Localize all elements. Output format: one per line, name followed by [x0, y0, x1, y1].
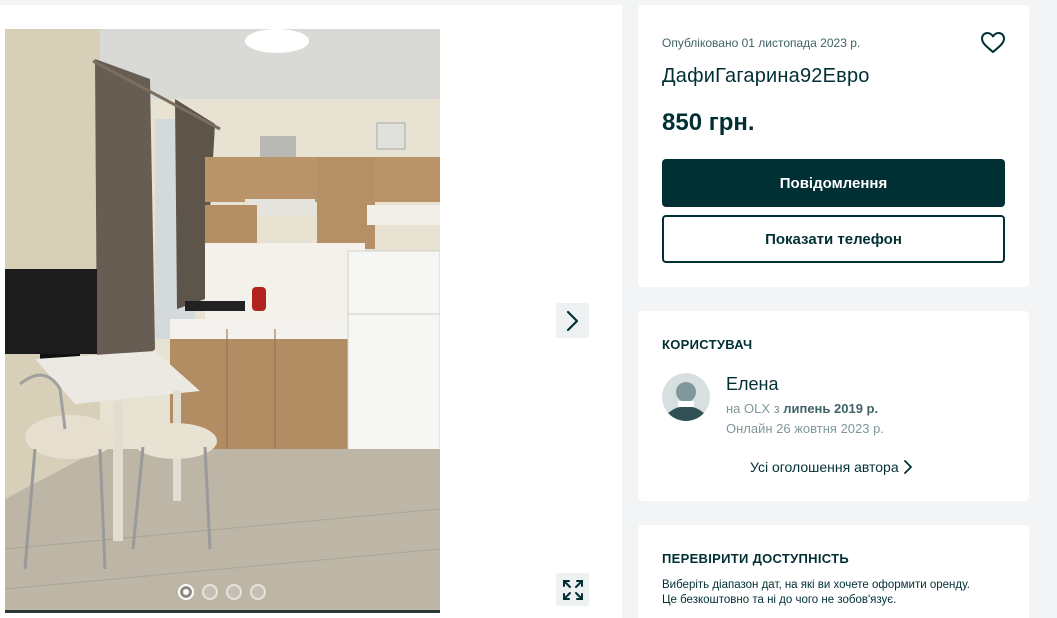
fullscreen-button[interactable] — [556, 573, 589, 606]
availability-line-2: Це безкоштовно та ні до чого не зобов'яз… — [662, 594, 897, 606]
availability-card: ПЕРЕВІРИТИ ДОСТУПНІСТЬ Виберіть діапазон… — [638, 525, 1029, 618]
heart-icon — [981, 32, 1005, 53]
chevron-right-icon — [566, 310, 578, 331]
slide-dot-2[interactable] — [202, 584, 218, 600]
message-button[interactable]: Повідомлення — [662, 159, 1005, 207]
slide-dot-3[interactable] — [226, 584, 242, 600]
availability-title: ПЕРЕВІРИТИ ДОСТУПНІСТЬ — [662, 551, 850, 566]
member-since-date: липень 2019 р. — [783, 401, 879, 416]
member-since-prefix: на OLX з — [726, 401, 784, 416]
listing-photo[interactable] — [5, 29, 440, 613]
slide-dot-1[interactable] — [178, 584, 194, 600]
user-avatar-icon — [662, 373, 710, 421]
chevron-right-icon — [903, 460, 912, 474]
seller-card: КОРИСТУВАЧ Елена на OLX з липень 2019 р.… — [638, 311, 1029, 501]
listing-summary-card: Опубліковано 01 листопада 2023 р. ДафиГа… — [638, 5, 1029, 287]
listing-price: 850 грн. — [662, 109, 755, 136]
all-ads-label: Усі оголошення автора — [750, 459, 899, 475]
all-seller-ads-link[interactable]: Усі оголошення автора — [750, 459, 913, 475]
member-since: на OLX з липень 2019 р. — [726, 401, 878, 416]
seller-section-title: КОРИСТУВАЧ — [662, 337, 753, 352]
photo-progress-bar — [5, 610, 440, 613]
last-online: Онлайн 26 жовтня 2023 р. — [726, 421, 884, 436]
availability-line-1: Виберіть діапазон дат, на які ви хочете … — [662, 579, 970, 591]
seller-name: Елена — [726, 374, 779, 394]
avatar[interactable] — [662, 373, 710, 421]
availability-description: Виберіть діапазон дат, на які ви хочете … — [662, 578, 1012, 608]
published-date: Опубліковано 01 листопада 2023 р. — [662, 36, 861, 50]
next-photo-button[interactable] — [556, 303, 589, 338]
show-phone-button[interactable]: Показати телефон — [662, 215, 1005, 263]
expand-icon — [562, 579, 583, 600]
slide-dot-4[interactable] — [250, 584, 266, 600]
slide-indicators — [178, 584, 266, 600]
photo-gallery — [0, 5, 622, 618]
favorite-button[interactable] — [980, 31, 1006, 55]
listing-title: ДафиГагарина92Евро — [662, 65, 870, 87]
